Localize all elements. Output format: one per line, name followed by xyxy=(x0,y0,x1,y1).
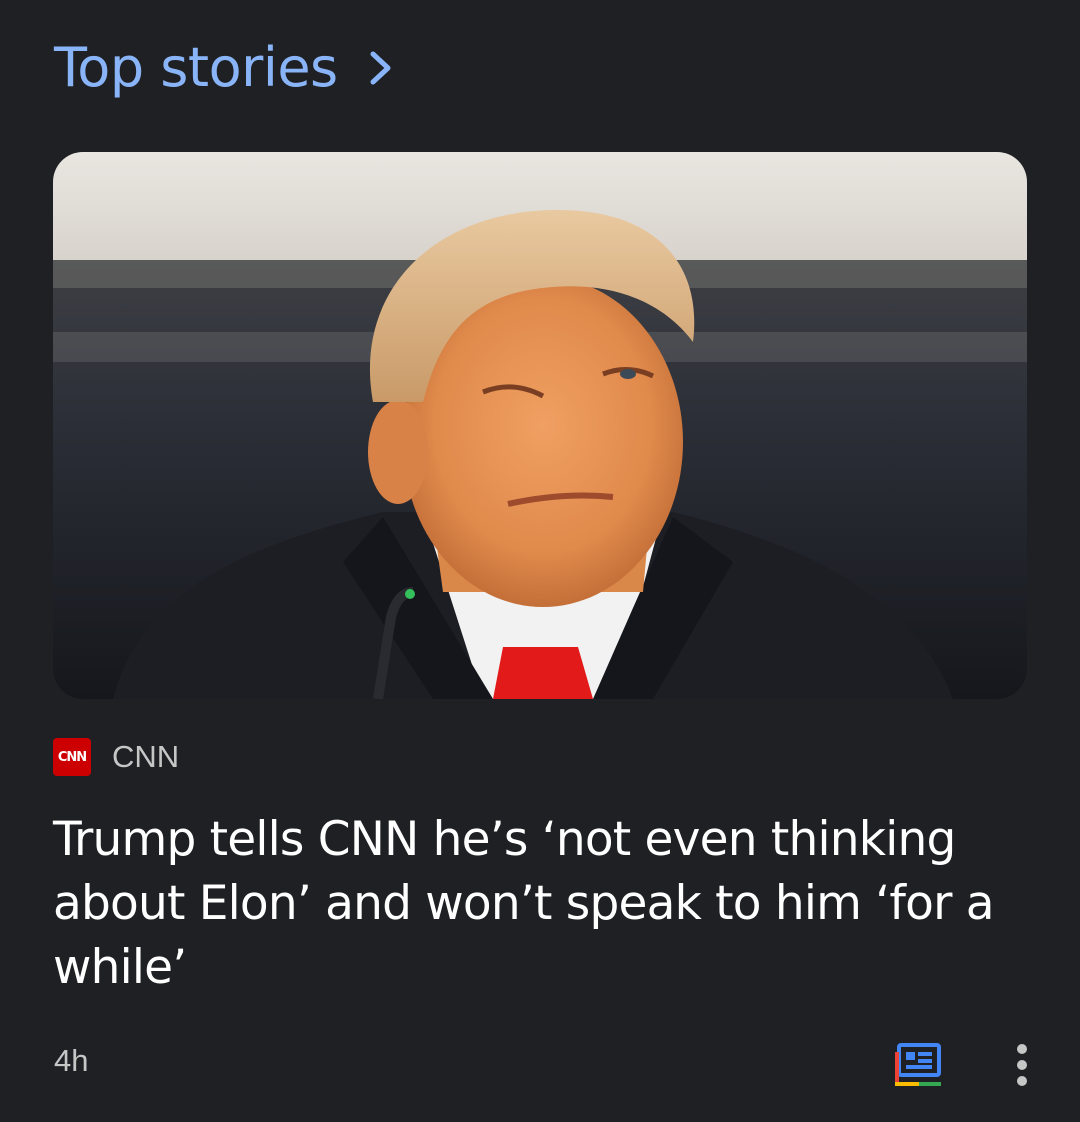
google-news-icon[interactable] xyxy=(893,1040,949,1090)
story-image[interactable] xyxy=(53,152,1027,699)
more-vert-icon[interactable] xyxy=(1003,1037,1041,1093)
chevron-right-icon xyxy=(368,46,404,90)
top-stories-card: Top stories CNN CNN Trump tells CNN he’s… xyxy=(0,0,1080,1122)
source-name: CNN xyxy=(112,739,180,774)
section-title: Top stories xyxy=(54,36,338,99)
dot xyxy=(1017,1060,1027,1070)
dot xyxy=(1017,1044,1027,1054)
cnn-logo: CNN xyxy=(53,738,91,776)
story-headline[interactable]: Trump tells CNN he’s ‘not even thinking … xyxy=(53,808,1028,1000)
story-source[interactable]: CNN CNN xyxy=(53,738,179,776)
dot xyxy=(1017,1076,1027,1086)
cnn-logo-text: CNN xyxy=(57,749,87,765)
story-timestamp: 4h xyxy=(54,1043,89,1078)
top-stories-header[interactable]: Top stories xyxy=(54,36,404,99)
